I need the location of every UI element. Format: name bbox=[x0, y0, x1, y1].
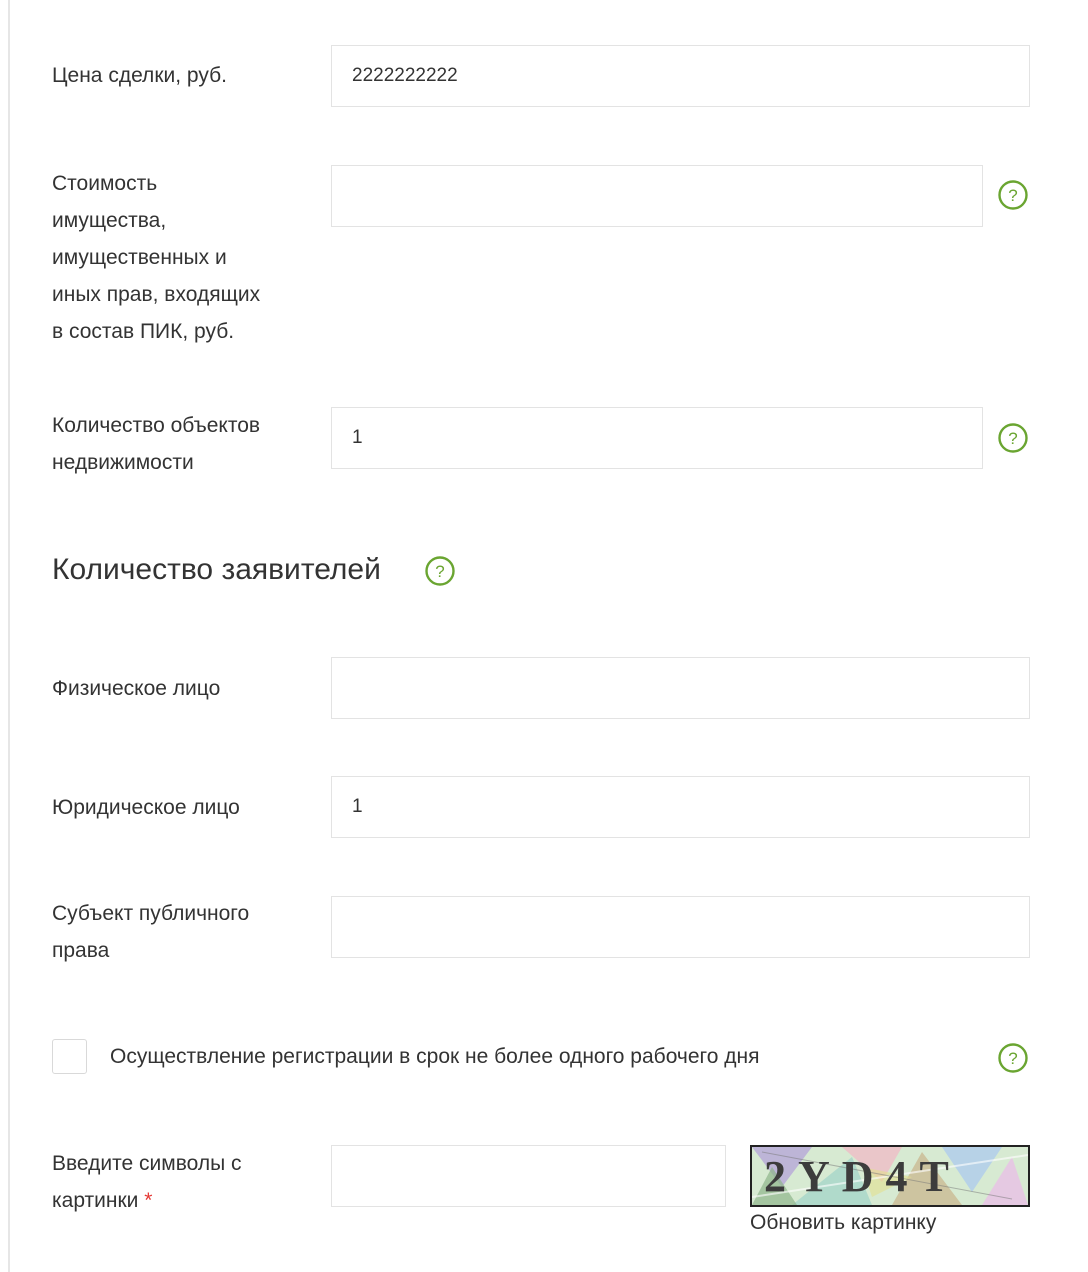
svg-text:?: ? bbox=[435, 562, 444, 581]
page-left-border bbox=[8, 0, 10, 1272]
applicants-section-title: Количество заявителей bbox=[52, 553, 381, 586]
property-value-help-icon[interactable]: ? bbox=[997, 179, 1029, 211]
public-entity-label: Субъект публичного права bbox=[52, 895, 312, 969]
property-value-label-line: в состав ПИК, руб. bbox=[52, 320, 235, 343]
individual-label: Физическое лицо bbox=[52, 677, 221, 700]
public-entity-count-input[interactable] bbox=[331, 896, 1030, 958]
captcha-label-line: картинки * bbox=[52, 1182, 312, 1219]
express-registration-checkbox[interactable] bbox=[52, 1039, 87, 1074]
captcha-label: Введите символы с картинки * bbox=[52, 1145, 312, 1219]
objects-count-input[interactable] bbox=[331, 407, 983, 469]
svg-text:?: ? bbox=[1008, 1049, 1017, 1068]
captcha-image: 2YD4T bbox=[750, 1145, 1030, 1207]
property-value-label: Стоимость имущества, имущественных и ины… bbox=[52, 165, 312, 350]
property-value-label-line: имущества, bbox=[52, 209, 167, 232]
property-value-label-line: Стоимость bbox=[52, 172, 158, 195]
objects-count-label-line: Количество объектов bbox=[52, 414, 261, 437]
captcha-label-line: Введите символы с bbox=[52, 1152, 242, 1175]
required-mark: * bbox=[144, 1189, 153, 1212]
express-registration-label[interactable]: Осуществление регистрации в срок не боле… bbox=[110, 1038, 759, 1075]
deal-price-input[interactable] bbox=[331, 45, 1030, 107]
deal-price-label: Цена сделки, руб. bbox=[52, 64, 227, 87]
public-entity-label-line: Субъект публичного bbox=[52, 902, 250, 925]
captcha-label-text: картинки bbox=[52, 1189, 139, 1212]
express-registration-help-icon[interactable]: ? bbox=[997, 1042, 1029, 1074]
captcha-glyph-text: 2YD4T bbox=[764, 1152, 961, 1201]
objects-count-help-icon[interactable]: ? bbox=[997, 422, 1029, 454]
individual-count-input[interactable] bbox=[331, 657, 1030, 719]
legal-entity-label: Юридическое лицо bbox=[52, 796, 240, 819]
svg-text:?: ? bbox=[1008, 429, 1017, 448]
objects-count-label: Количество объектов недвижимости bbox=[52, 407, 312, 481]
captcha-input[interactable] bbox=[331, 1145, 726, 1207]
applicants-help-icon[interactable]: ? bbox=[424, 555, 456, 587]
property-value-input[interactable] bbox=[331, 165, 983, 227]
property-value-label-line: иных прав, входящих bbox=[52, 283, 261, 306]
captcha-glyphs: 2YD4T bbox=[764, 1152, 961, 1201]
objects-count-label-line: недвижимости bbox=[52, 451, 194, 474]
captcha-refresh-link[interactable]: Обновить картинку bbox=[750, 1206, 936, 1240]
svg-text:?: ? bbox=[1008, 186, 1017, 205]
public-entity-label-line: права bbox=[52, 939, 110, 962]
property-value-label-line: имущественных и bbox=[52, 246, 227, 269]
legal-entity-count-input[interactable] bbox=[331, 776, 1030, 838]
